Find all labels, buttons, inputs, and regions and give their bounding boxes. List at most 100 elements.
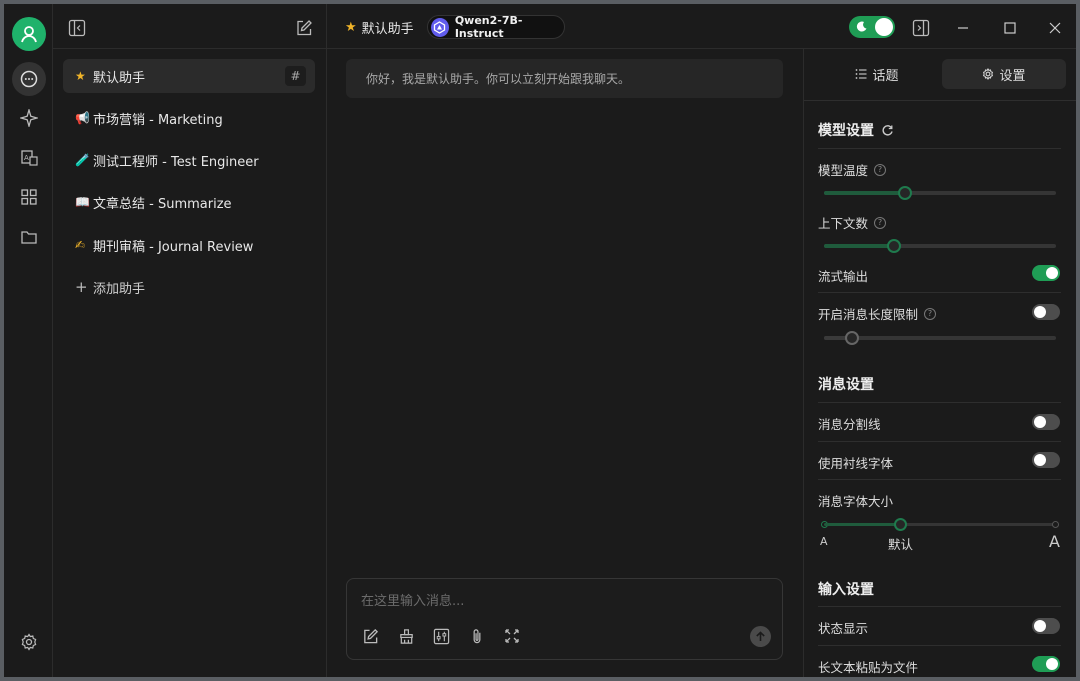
divider-toggle[interactable] [1032,414,1060,430]
temperature-slider[interactable] [824,186,1056,200]
topbar-divider [326,4,327,49]
divider [818,645,1061,646]
nav-files[interactable] [12,220,46,254]
assistant-list: ★ 默认助手 # 📢 市场营销 - Marketing 🧪 测试工程师 - Te… [53,49,327,677]
close-button[interactable] [1047,20,1063,36]
top-bar: ★ 默认助手 Qwen2-7B-Instruct [53,4,1076,49]
divider [818,441,1061,442]
paste-toggle[interactable] [1032,656,1060,672]
writing-hand-icon: ✍ [75,238,86,252]
assistant-item[interactable]: 📢 市场营销 - Marketing [63,101,315,135]
paste-label: 长文本粘贴为文件 [818,660,919,675]
tab-settings[interactable]: 设置 [942,59,1066,89]
context-slider[interactable] [824,239,1056,253]
maxlen-label: 开启消息长度限制 ? [818,304,937,323]
context-slider-handle[interactable] [886,239,901,253]
list-icon [856,69,867,79]
fontsize-slider[interactable] [821,518,1059,531]
help-icon[interactable]: ? [874,216,887,229]
fontsize-tick [1052,521,1059,528]
new-topic-button[interactable] [361,627,379,645]
theme-toggle[interactable] [849,16,895,38]
toggle-sidebar-button[interactable] [68,19,86,37]
assistant-item[interactable]: ★ 默认助手 # [63,59,315,93]
edit-icon [297,20,312,36]
tab-divider [804,100,1076,101]
status-toggle[interactable] [1032,618,1060,634]
current-assistant[interactable]: ★ 默认助手 [345,18,414,37]
maxlen-toggle[interactable] [1032,304,1060,320]
assistant-label: 默认助手 [93,70,146,86]
fontsize-slider-handle[interactable] [893,518,907,531]
gear-icon [21,633,37,651]
stream-label: 流式输出 [818,269,869,284]
reset-icon[interactable] [881,124,894,137]
fontsize-label: 消息字体大小 [818,494,894,509]
qwen-logo-icon [431,17,449,37]
clear-button[interactable] [397,627,415,645]
assistant-item[interactable]: ✍ 期刊审稿 - Journal Review [63,228,315,262]
add-assistant-button[interactable]: + 添加助手 [63,270,315,304]
divider [818,402,1061,403]
divider-label: 消息分割线 [818,417,881,432]
theme-toggle-knob [875,18,893,36]
nav-settings[interactable] [12,625,46,659]
sidebar-right-icon [912,19,930,37]
adjust-settings-button[interactable] [432,627,450,645]
user-avatar[interactable] [12,17,46,51]
context-label-text: 上下文数 [818,216,869,231]
maxlen-slider[interactable] [824,331,1056,345]
fontsize-default-label: 默认 [888,537,914,552]
message-input[interactable] [361,591,761,611]
expand-icon [505,629,519,643]
book-icon: 📖 [75,195,90,209]
sidebar-left-icon [68,19,86,37]
greeting-text: 你好，我是默认助手。你可以立刻开始跟我聊天。 [366,72,631,86]
assistant-label: 市场营销 - Marketing [93,112,223,128]
translate-icon: A [21,150,38,166]
assistant-label: 期刊审稿 - Journal Review [93,239,254,255]
divider [818,479,1061,480]
nav-chat[interactable] [12,62,46,96]
serif-label: 使用衬线字体 [818,456,894,471]
current-assistant-label: 默认助手 [361,22,414,37]
settings-panel: 话题 设置 模型设置 模型温度 ? 上下文数 ? 流式输出 开启消息长度限制 ?… [803,49,1076,677]
toggle-right-panel-button[interactable] [912,19,930,37]
send-button[interactable] [750,626,771,647]
help-icon[interactable]: ? [924,307,937,320]
serif-toggle[interactable] [1032,452,1060,468]
fontsize-large-label: A [1049,532,1060,551]
user-icon [21,26,37,43]
model-settings-title: 模型设置 [818,120,894,140]
tab-settings-label: 设置 [999,68,1026,84]
tab-topics[interactable]: 话题 [815,59,939,89]
assistant-item[interactable]: 🧪 测试工程师 - Test Engineer [63,143,315,177]
minimize-icon [958,27,968,29]
assistant-item[interactable]: 📖 文章总结 - Summarize [63,185,315,219]
context-label: 上下文数 ? [818,213,887,232]
plus-icon: + [75,278,88,296]
divider [818,606,1061,607]
maxlen-slider-handle[interactable] [844,331,859,345]
nav-agents[interactable] [12,101,46,135]
paperclip-icon [473,628,481,643]
minimize-button[interactable] [955,20,971,36]
nav-translate[interactable]: A [12,141,46,175]
hash-button[interactable]: # [285,66,306,86]
stream-toggle[interactable] [1032,265,1060,281]
nav-apps[interactable] [12,180,46,214]
maximize-button[interactable] [1002,20,1018,36]
temperature-slider-handle[interactable] [898,186,913,200]
help-icon[interactable]: ? [874,163,887,176]
chat-area: 你好，我是默认助手。你可以立刻开始跟我聊天。 [327,49,803,677]
sliders-icon [433,628,449,644]
broom-icon [399,628,413,644]
new-chat-button[interactable] [295,19,313,37]
tab-topics-label: 话题 [872,68,899,84]
chat-bubble-icon [20,70,38,88]
fullscreen-button[interactable] [503,627,521,645]
message-settings-title: 消息设置 [818,377,874,393]
input-settings-title: 输入设置 [818,582,874,598]
model-selector[interactable]: Qwen2-7B-Instruct [427,14,565,40]
attach-button[interactable] [468,627,486,645]
